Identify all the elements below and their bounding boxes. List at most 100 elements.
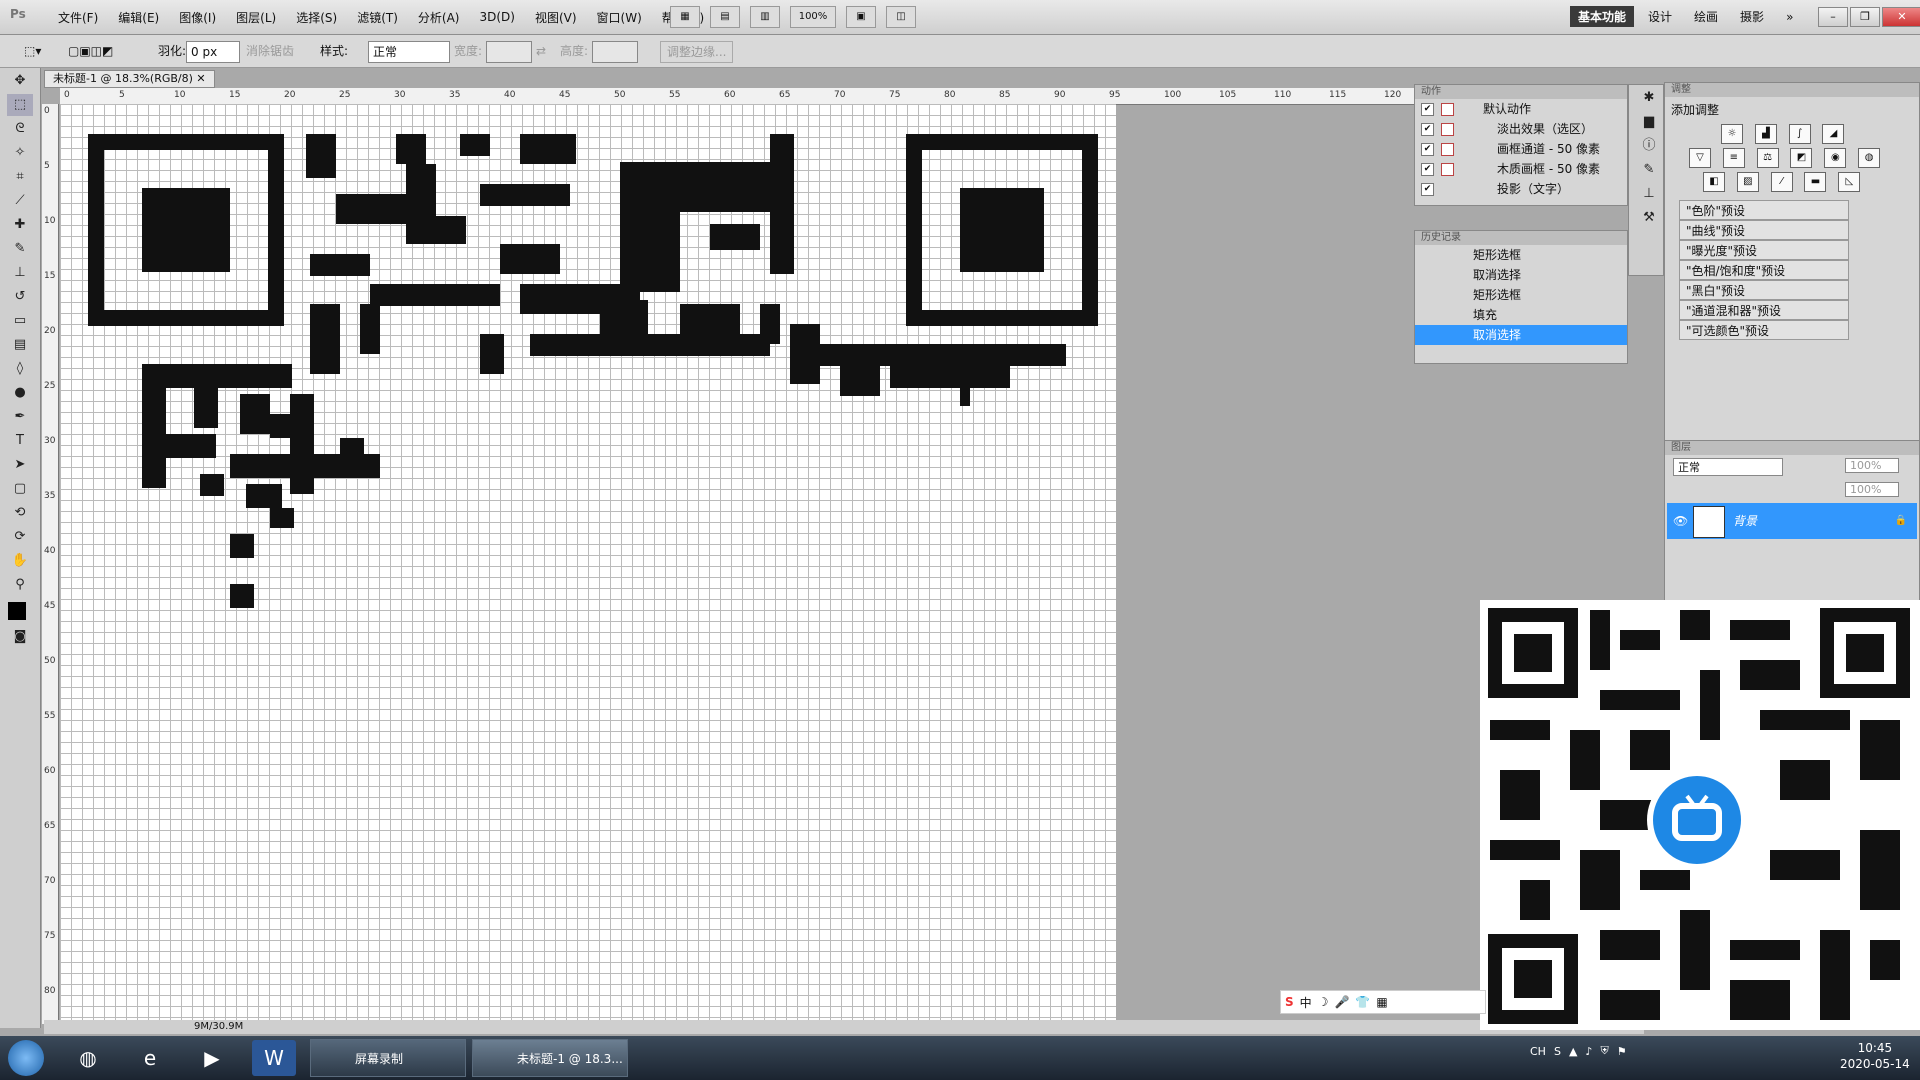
histogram-icon[interactable]: ▆ [1636,111,1662,133]
magic-wand-icon[interactable]: ✧ [7,142,33,164]
marquee-tool-icon[interactable]: ⬚ [7,94,33,116]
color-balance-icon[interactable]: ⚖ [1756,148,1779,168]
blur-tool-icon[interactable]: ◊ [7,358,33,380]
curves-icon[interactable]: ∫ [1788,124,1811,144]
close-tab-icon[interactable]: ✕ [196,72,205,85]
tray-lang[interactable]: CH [1530,1045,1546,1058]
hue-saturation-icon[interactable]: ≡ [1722,148,1745,168]
photo-filter-icon[interactable]: ◉ [1824,148,1847,168]
menu-image[interactable]: 图像(I) [169,9,226,26]
invert-icon[interactable]: ◧ [1703,172,1725,192]
workspace-design[interactable]: 设计 [1640,6,1680,27]
action-item[interactable]: ✔ 木质画框 - 50 像素 [1415,159,1627,179]
black-white-icon[interactable]: ◩ [1790,148,1813,168]
quick-mask-icon[interactable]: ◙ [7,626,33,648]
preset-curves[interactable]: "曲线"预设 [1679,220,1849,240]
pen-tool-icon[interactable]: ✒ [7,406,33,428]
type-tool-icon[interactable]: T [7,430,33,452]
media-player-icon[interactable]: ▶ [190,1040,234,1076]
chrome-icon[interactable]: ◍ [66,1040,110,1076]
move-tool-icon[interactable]: ✥ [7,70,33,92]
tray-shield-icon[interactable]: ⛨ [1600,1044,1608,1058]
arrange-documents-button[interactable]: ▣ [846,6,876,28]
minimize-icon[interactable]: – [1818,7,1848,27]
mic-icon[interactable]: 🎤 [1334,995,1349,1009]
adjustments-tab[interactable]: 调整 [1665,83,1919,97]
menu-3d[interactable]: 3D(D) [469,10,524,24]
taskbar-window-photoshop[interactable]: 未标题-1 @ 18.3... [472,1039,628,1077]
foreground-color-swatch[interactable] [8,602,26,620]
bridge-button[interactable]: ▦ [670,6,700,28]
punctuation-icon[interactable]: ☽ [1318,995,1329,1009]
hand-tool-icon[interactable]: ✋ [7,550,33,572]
marquee-preset-icon[interactable]: ⬚▾ [24,41,41,61]
visibility-eye-icon[interactable]: 👁 [1673,503,1688,539]
menu-layer[interactable]: 图层(L) [226,9,286,26]
tray-network-icon[interactable]: ▲ [1569,1045,1577,1058]
dodge-tool-icon[interactable]: ● [7,382,33,404]
levels-icon[interactable]: ▟ [1754,124,1777,144]
history-item[interactable]: 填充 [1415,305,1627,325]
action-item[interactable]: ✔ 默认动作 [1415,99,1627,119]
document-tab[interactable]: 未标题-1 @ 18.3%(RGB/8) ✕ [44,70,215,88]
actions-tab[interactable]: 动作 [1415,85,1627,99]
history-item-selected[interactable]: 取消选择 [1415,325,1627,345]
vibrance-icon[interactable]: ▽ [1689,148,1711,168]
screen-mode-button[interactable]: ◫ [886,6,916,28]
history-item[interactable]: 矩形选框 [1415,245,1627,265]
toolbox-icon[interactable]: ▦ [1376,995,1387,1009]
ie-icon[interactable]: e [128,1040,172,1076]
action-item[interactable]: ✔ 画框通道 - 50 像素 [1415,139,1627,159]
clock[interactable]: 10:45 2020-05-14 [1840,1040,1910,1072]
swap-icon[interactable]: ⇄ [536,41,546,61]
zoom-tool-icon[interactable]: ⚲ [7,574,33,596]
tray-sogou-icon[interactable]: S [1554,1045,1561,1058]
navigator-icon[interactable]: ✱ [1636,87,1662,109]
layers-tab[interactable]: 图层 [1665,441,1919,455]
antialias-checkbox[interactable]: 消除锯齿 [246,41,294,61]
menu-window[interactable]: 窗口(W) [587,9,652,26]
restore-icon[interactable]: ❐ [1850,7,1880,27]
tool-presets-icon[interactable]: ⚒ [1636,207,1662,229]
width-input[interactable] [486,41,532,63]
lasso-tool-icon[interactable]: ᘓ [7,118,33,140]
selection-mode-icons[interactable]: ▢▣◫◩ [68,41,113,61]
action-item[interactable]: ✔ 淡出效果（选区） [1415,119,1627,139]
opacity-input[interactable]: 100% [1845,458,1899,473]
3d-orbit-icon[interactable]: ⟳ [7,526,33,548]
workspace-painting[interactable]: 绘画 [1686,6,1726,27]
brightness-icon[interactable]: ☼ [1721,124,1743,144]
view-extras-button[interactable]: ▥ [750,6,780,28]
preset-exposure[interactable]: "曝光度"预设 [1679,240,1849,260]
history-tab[interactable]: 历史记录 [1415,231,1627,245]
skin-icon[interactable]: 👕 [1355,995,1370,1009]
word-icon[interactable]: W [252,1040,296,1076]
fill-input[interactable]: 100% [1845,482,1899,497]
menu-edit[interactable]: 编辑(E) [108,9,169,26]
threshold-icon[interactable]: ⁄ [1770,172,1793,192]
clone-source-icon[interactable]: ⊥ [1636,183,1662,205]
preset-levels[interactable]: "色阶"预设 [1679,200,1849,220]
info-icon[interactable]: ⓘ [1636,135,1662,157]
healing-brush-icon[interactable]: ✚ [7,214,33,236]
tray-volume-icon[interactable]: ♪ [1585,1045,1592,1058]
menu-file[interactable]: 文件(F) [48,9,108,26]
close-icon[interactable]: ✕ [1882,7,1920,27]
mini-bridge-button[interactable]: ▤ [710,6,740,28]
brush-presets-icon[interactable]: ✎ [1636,159,1662,181]
action-item[interactable]: ✔ 投影（文字） [1415,179,1627,199]
exposure-icon[interactable]: ◢ [1822,124,1845,144]
feather-input[interactable]: 0 px [186,41,240,63]
style-select[interactable]: 正常 [368,41,450,63]
channel-mixer-icon[interactable]: ◍ [1858,148,1881,168]
workspace-more-button[interactable]: » [1778,8,1801,26]
blend-mode-select[interactable]: 正常 [1673,458,1783,476]
start-button[interactable] [8,1040,44,1076]
crop-tool-icon[interactable]: ⌗ [7,166,33,188]
posterize-icon[interactable]: ▨ [1736,172,1759,192]
menu-filter[interactable]: 滤镜(T) [347,9,408,26]
taskbar-window-recorder[interactable]: 屏幕录制 [310,1039,466,1077]
preset-channel-mixer[interactable]: "通道混和器"预设 [1679,300,1849,320]
workspace-essentials[interactable]: 基本功能 [1570,6,1635,27]
refine-edge-button[interactable]: 调整边缘... [660,41,734,63]
